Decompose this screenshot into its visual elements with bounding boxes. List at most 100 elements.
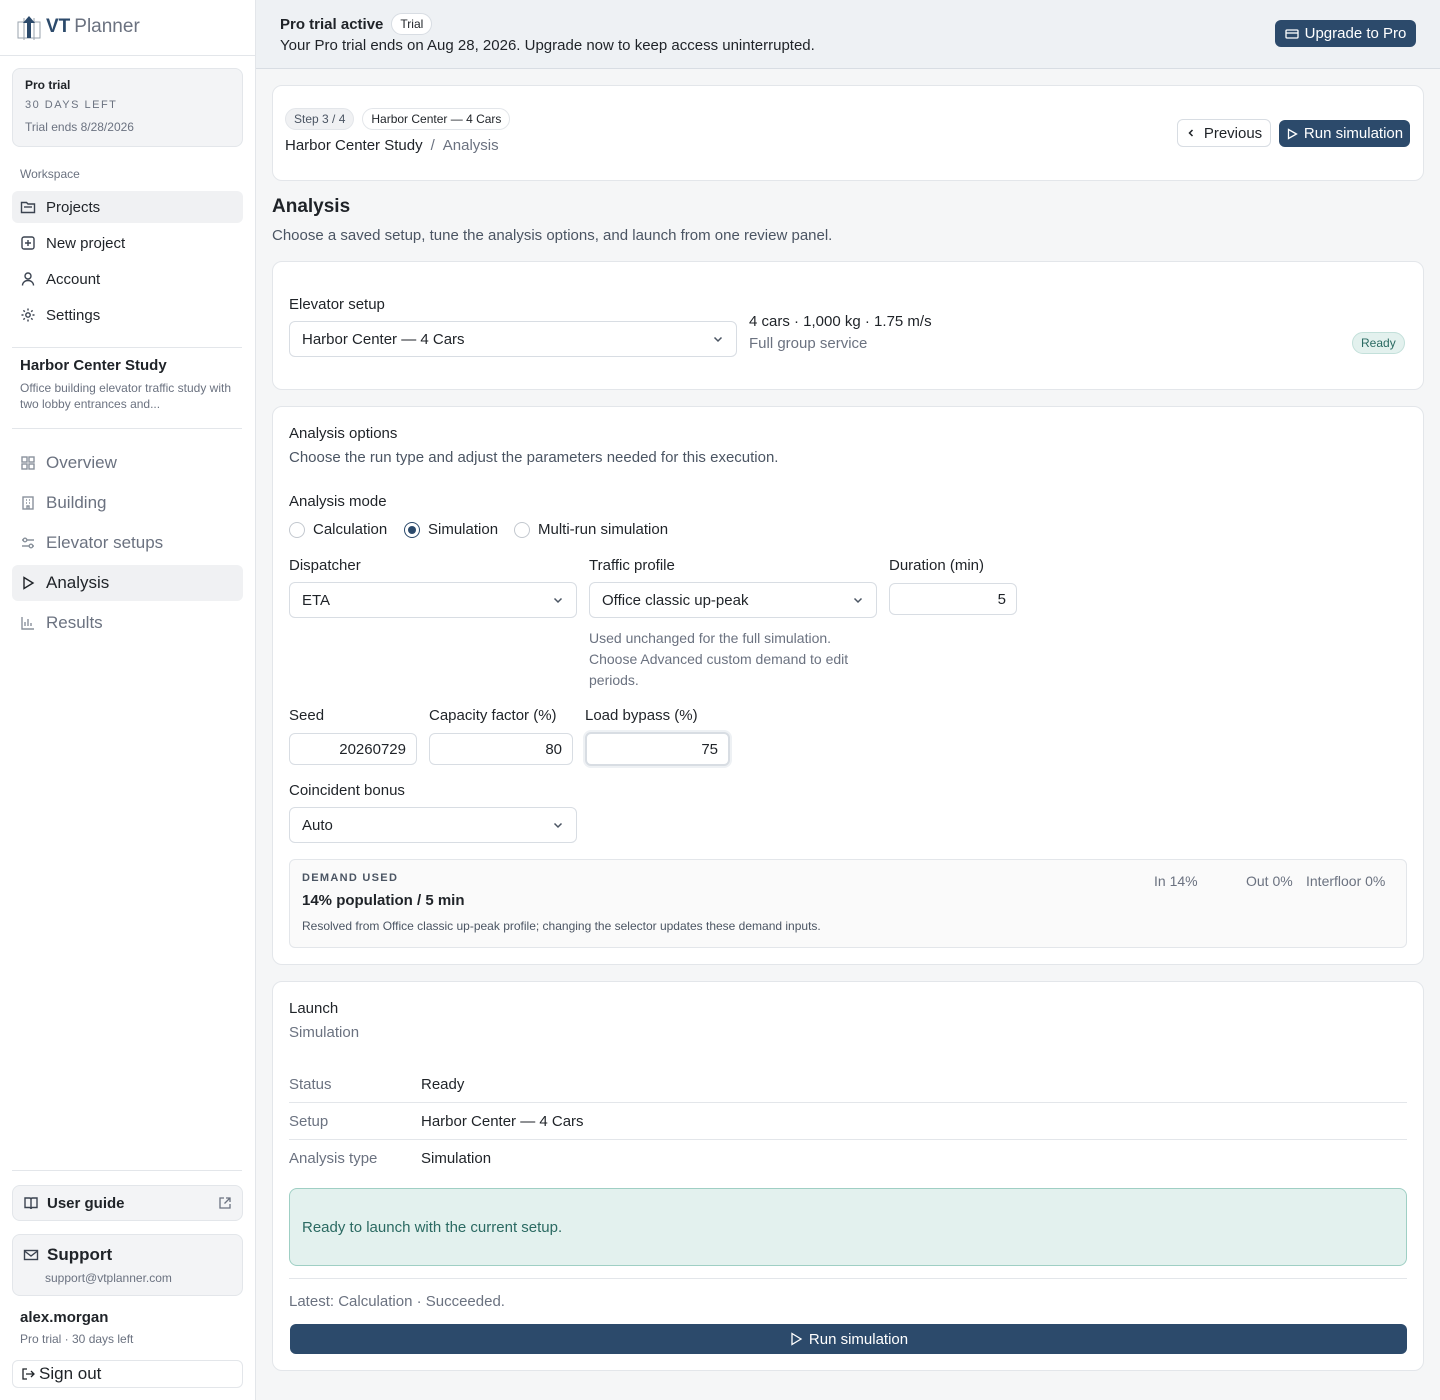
analysis-options-subtitle: Choose the run type and adjust the param… [289, 449, 779, 466]
setup-pill: Harbor Center — 4 Cars [362, 108, 511, 130]
elevator-setup-select[interactable]: Harbor Center — 4 Cars [289, 321, 737, 357]
mode-radio-simulation[interactable]: Simulation [404, 521, 498, 538]
demand-note: Resolved from Office classic up-peak pro… [302, 919, 821, 933]
duration-label: Duration (min) [889, 557, 985, 574]
mode-radio-calculation[interactable]: Calculation [289, 521, 387, 538]
dispatcher-select[interactable]: ETA [289, 582, 577, 618]
breadcrumb-project[interactable]: Harbor Center Study [285, 137, 423, 154]
dispatcher-value: ETA [302, 591, 331, 609]
logo-mark-icon [16, 14, 42, 40]
launch-row-key: Status [289, 1076, 332, 1093]
sidebar-item-elevator-setups[interactable]: Elevator setups [12, 525, 243, 561]
sidebar-item-label: Settings [46, 306, 101, 324]
play-icon [789, 1332, 803, 1346]
coincident-bonus-select[interactable]: Auto [289, 807, 577, 843]
sidebar-item-label: Results [46, 613, 103, 632]
demand-heading: DEMAND USED [302, 872, 399, 884]
book-icon [23, 1195, 39, 1211]
page-title: Analysis [272, 196, 351, 217]
plus-square-icon [20, 235, 36, 251]
trial-end-date: Trial ends 8/28/2026 [25, 120, 134, 134]
launch-row-key: Setup [289, 1113, 329, 1130]
load-bypass-input[interactable]: 75 [585, 732, 730, 766]
chevron-down-icon [552, 819, 564, 831]
launch-row-key: Analysis type [289, 1150, 378, 1167]
duration-input[interactable]: 5 [889, 583, 1017, 615]
launch-row-value: Simulation [421, 1150, 492, 1167]
building-icon [20, 495, 36, 511]
traffic-profile-help: Used unchanged for the full simulation. … [589, 630, 849, 688]
sliders-icon [20, 535, 36, 551]
mode-radio-multi-run[interactable]: Multi-run simulation [514, 521, 668, 538]
row-divider [289, 1102, 1407, 1103]
sidebar-item-label: Elevator setups [46, 533, 164, 552]
seed-input[interactable]: 20260729 [289, 733, 417, 765]
run-simulation-top-button[interactable]: Run simulation [1279, 120, 1410, 147]
sign-out-icon [21, 1367, 35, 1381]
ready-note: Ready to launch with the current setup. [289, 1188, 1407, 1266]
demand-in: In 14% [1154, 873, 1198, 889]
sidebar-item-new-project[interactable]: New project [12, 227, 243, 259]
traffic-profile-select[interactable]: Office classic up-peak [589, 582, 877, 618]
demand-out: Out 0% [1246, 873, 1293, 889]
banner-message: Your Pro trial ends on Aug 28, 2026. Upg… [280, 37, 815, 54]
support-email[interactable]: support@vtplanner.com [23, 1271, 232, 1285]
radio-circle [289, 521, 305, 538]
launch-title: Launch [289, 1000, 339, 1017]
mode-label: Simulation [428, 521, 499, 538]
bar-chart-icon [20, 615, 36, 631]
sign-out-button[interactable]: Sign out [12, 1360, 243, 1388]
play-icon [1286, 127, 1298, 140]
step-header-card: Step 3 / 4 Harbor Center — 4 Cars Harbor… [272, 85, 1424, 181]
capacity-factor-input[interactable]: 80 [429, 733, 573, 765]
sidebar-item-settings[interactable]: Settings [12, 299, 243, 331]
launch-row-value: Harbor Center — 4 Cars [421, 1113, 584, 1130]
setup-status-badge: Ready [1352, 332, 1405, 354]
sidebar-item-label: Account [46, 270, 101, 288]
previous-label: Previous [1203, 124, 1263, 142]
launch-row-value: Ready [421, 1076, 465, 1093]
user-guide-link[interactable]: User guide [12, 1185, 243, 1221]
sidebar-item-analysis[interactable]: Analysis [12, 565, 243, 601]
chevron-down-icon [852, 594, 864, 606]
latest-run-status: Latest: Calculation · Succeeded. [289, 1293, 505, 1310]
sidebar-item-label: New project [46, 234, 126, 252]
sidebar-divider [12, 347, 242, 348]
run-simulation-button[interactable]: Run simulation [290, 1324, 1407, 1354]
sidebar-item-account[interactable]: Account [12, 263, 243, 295]
app-logo[interactable]: VT Planner [16, 12, 140, 42]
previous-button[interactable]: Previous [1177, 119, 1271, 147]
logo-planner-text: Planner [74, 16, 140, 37]
external-link-icon [218, 1196, 232, 1210]
trial-days-left: 30 DAYS LEFT [25, 99, 118, 111]
trial-badge: Trial [391, 13, 433, 35]
gear-icon [20, 307, 36, 323]
elevator-setup-label: Elevator setup [289, 296, 385, 313]
card-icon [1284, 27, 1299, 41]
support-card[interactable]: Support support@vtplanner.com [12, 1234, 243, 1296]
sidebar-divider [0, 55, 255, 56]
user-name: alex.morgan [20, 1309, 109, 1326]
analysis-options-title: Analysis options [289, 425, 398, 442]
setup-summary: 4 cars · 1,000 kg · 1.75 m/s [749, 313, 932, 330]
folder-icon [20, 199, 36, 215]
upgrade-button[interactable]: Upgrade to Pro [1275, 20, 1416, 47]
demand-summary: 14% population / 5 min [302, 892, 465, 909]
analysis-mode-label: Analysis mode [289, 493, 387, 510]
breadcrumb: Harbor Center Study / Analysis [285, 137, 499, 154]
dispatcher-label: Dispatcher [289, 557, 361, 574]
sidebar-item-results[interactable]: Results [12, 605, 243, 641]
demand-used-panel: DEMAND USED 14% population / 5 min Resol… [289, 859, 1407, 948]
sidebar-item-building[interactable]: Building [12, 485, 243, 521]
sidebar-item-label: Projects [46, 198, 101, 216]
coincident-bonus-value: Auto [302, 816, 333, 834]
sidebar-project-description: Office building elevator traffic study w… [20, 381, 231, 411]
trial-card: Pro trial 30 DAYS LEFT Trial ends 8/28/2… [12, 68, 243, 147]
grid-icon [20, 455, 36, 471]
run-simulation-label: Run simulation [1303, 125, 1404, 142]
sidebar-item-overview[interactable]: Overview [12, 445, 243, 481]
chevron-down-icon [552, 594, 564, 606]
capacity-factor-label: Capacity factor (%) [429, 707, 557, 724]
sidebar-item-label: Overview [46, 453, 117, 472]
sidebar-item-projects[interactable]: Projects [12, 191, 243, 223]
